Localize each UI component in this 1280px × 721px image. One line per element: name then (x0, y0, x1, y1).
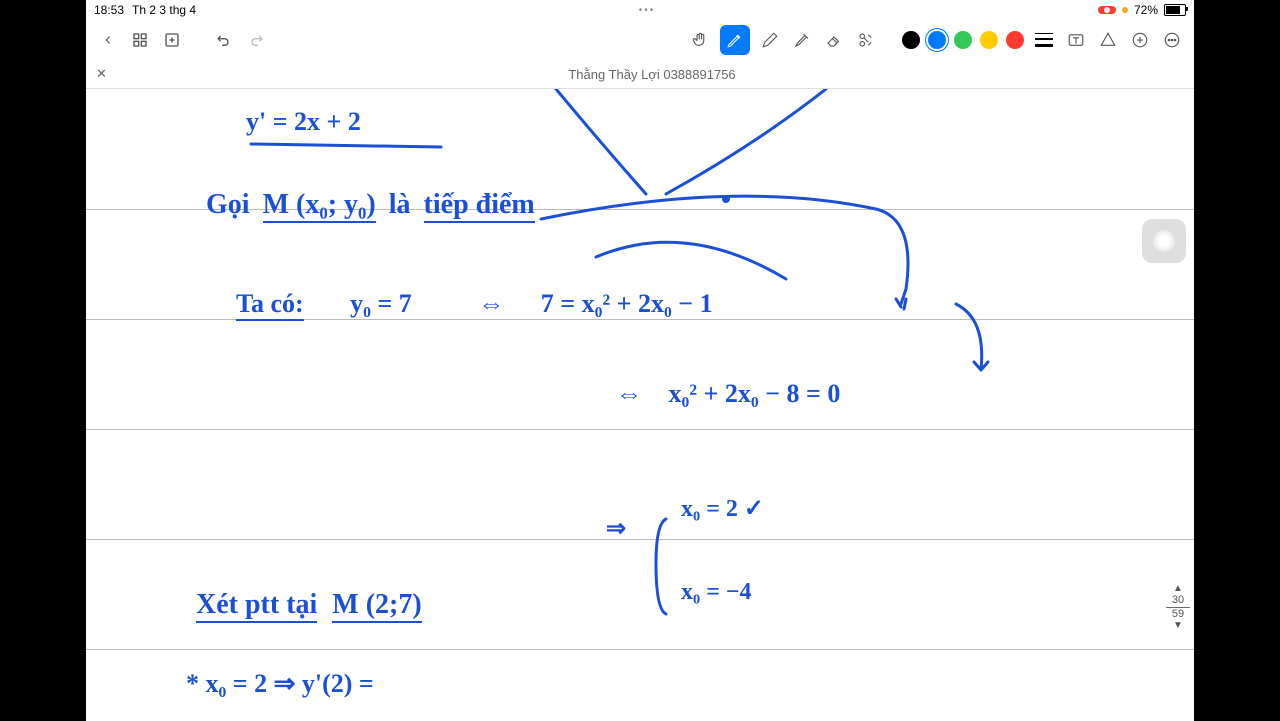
toolbar (86, 20, 1194, 60)
low-power-dot (1122, 7, 1128, 13)
assistive-touch-button[interactable] (1142, 219, 1186, 263)
hw-iff2: ⇔ (616, 379, 642, 408)
hw-eq3: x₀² + 2x₀ − 8 = 0 (669, 379, 841, 408)
hw-sol2: x₀ = −4 (681, 579, 752, 606)
status-bar: 18:53 Th 2 3 thg 4 ••• 72% (86, 0, 1194, 20)
undo-button[interactable] (212, 28, 236, 52)
hw-taco: Ta có: (236, 289, 304, 321)
hw-y0: y₀ = 7 (350, 289, 412, 318)
hw-goi: Gọi (206, 189, 250, 220)
drawing-canvas[interactable]: y' = 2x + 2 Gọi M (x₀; y₀) là tiếp điểm (86, 89, 1194, 721)
redo-button[interactable] (244, 28, 268, 52)
close-doc-button[interactable]: ✕ (96, 66, 112, 82)
text-tool[interactable] (1064, 28, 1088, 52)
color-black[interactable] (902, 31, 920, 49)
shape-tool[interactable] (1096, 28, 1120, 52)
page-current[interactable]: 30 (1166, 594, 1190, 608)
lasso-tool[interactable] (854, 28, 878, 52)
add-button[interactable] (1128, 28, 1152, 52)
page-total: 59 (1166, 608, 1190, 620)
hw-m27: M (2;7) (332, 589, 421, 623)
color-yellow[interactable] (980, 31, 998, 49)
hw-eq1: y' = 2x + 2 (246, 107, 361, 136)
color-green[interactable] (954, 31, 972, 49)
back-button[interactable] (96, 28, 120, 52)
page-navigator: ▲ 30 59 ▼ (1166, 583, 1190, 631)
add-page-button[interactable] (160, 28, 184, 52)
page-up-button[interactable]: ▲ (1166, 583, 1190, 594)
hw-eq2: 7 = x₀² + 2x₀ − 1 (541, 289, 713, 318)
more-button[interactable] (1160, 28, 1184, 52)
hw-tiepdiem: tiếp điểm (424, 189, 535, 223)
hw-la: là (389, 189, 411, 220)
pencil-tool[interactable] (758, 28, 782, 52)
recording-indicator[interactable] (1098, 6, 1116, 14)
status-date: Th 2 3 thg 4 (132, 3, 196, 17)
stroke-width-button[interactable] (1032, 28, 1056, 52)
hand-tool[interactable] (688, 28, 712, 52)
hw-sol1: x₀ = 2 ✓ (681, 494, 764, 523)
document-title: Thằng Thầy Lợi 0388891756 (120, 67, 1184, 82)
grid-button[interactable] (128, 28, 152, 52)
status-handle-icon: ••• (196, 5, 1098, 16)
battery-icon (1164, 4, 1186, 16)
hw-iff1: ⇔ (478, 289, 504, 318)
hw-case: * x₀ = 2 ⇒ y'(2) = (186, 669, 374, 699)
document-title-bar: ✕ Thằng Thầy Lợi 0388891756 (86, 60, 1194, 89)
status-time: 18:53 (94, 3, 124, 17)
hw-imp: ⇒ (606, 514, 626, 543)
app-window: 18:53 Th 2 3 thg 4 ••• 72% (86, 0, 1194, 720)
pen-tool[interactable] (720, 25, 750, 55)
page-down-button[interactable]: ▼ (1166, 620, 1190, 631)
battery-percent: 72% (1134, 3, 1158, 17)
eraser-tool[interactable] (822, 28, 846, 52)
highlighter-tool[interactable] (790, 28, 814, 52)
color-blue[interactable] (928, 31, 946, 49)
color-red[interactable] (1006, 31, 1024, 49)
hw-point: M (x₀; y₀) (263, 189, 376, 223)
hw-xet: Xét ptt tại (196, 589, 317, 623)
